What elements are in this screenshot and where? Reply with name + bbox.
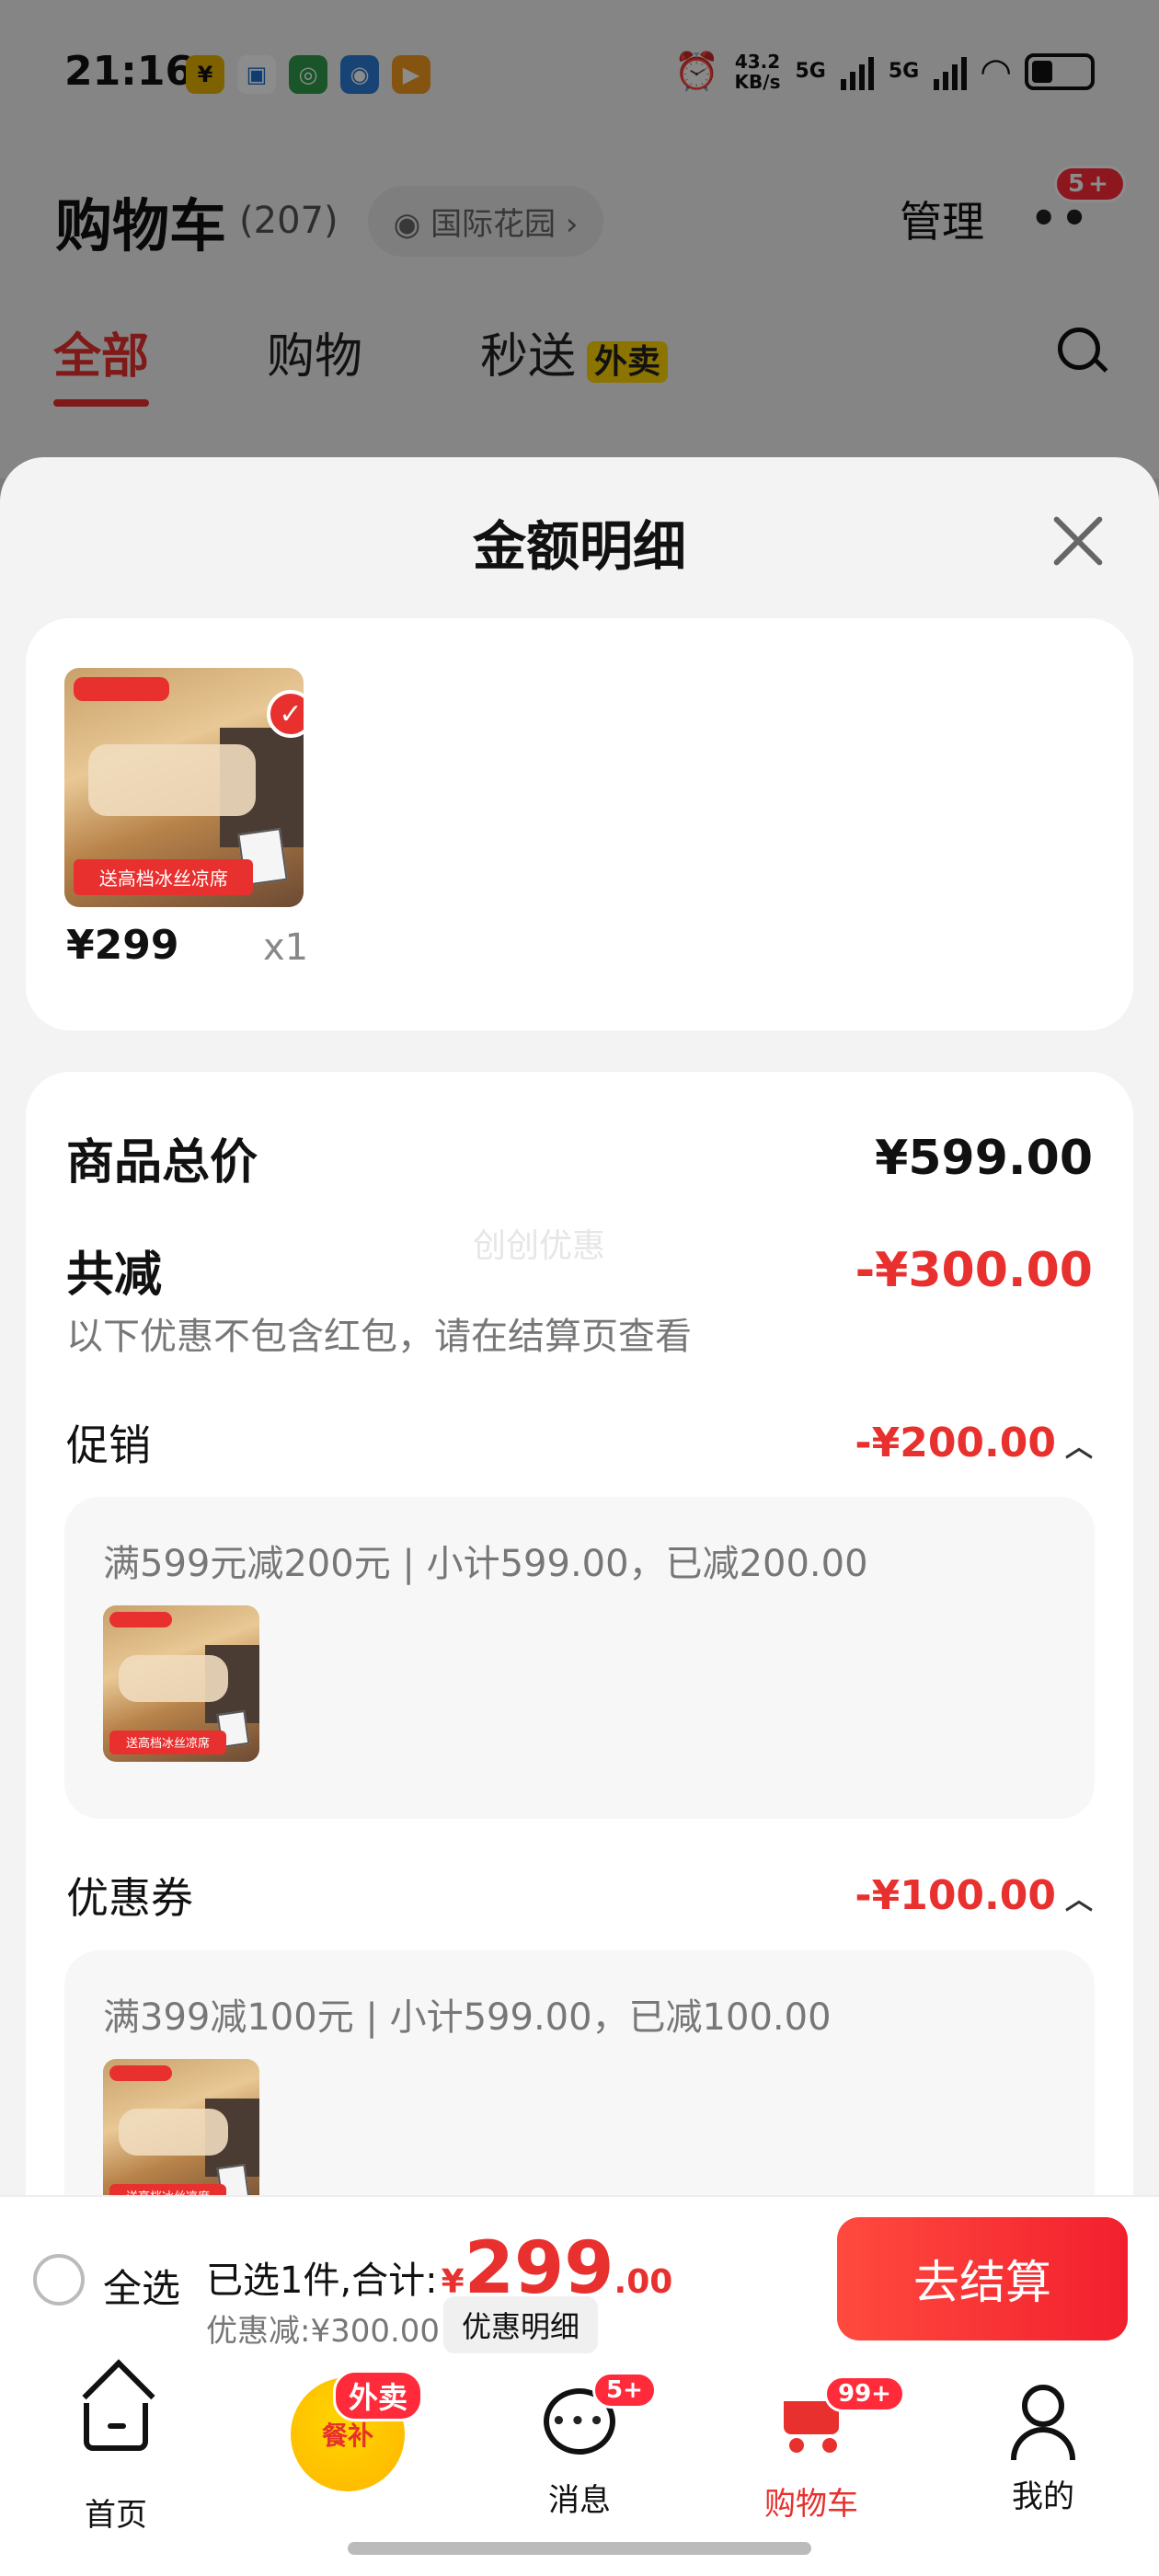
select-all-radio[interactable]: [33, 2254, 85, 2306]
gesture-home-bar[interactable]: [348, 2542, 811, 2555]
messages-badge: 5+: [592, 2372, 657, 2409]
sheet-title: 金额明细: [472, 515, 686, 578]
cart-badge: 99+: [824, 2375, 905, 2412]
reduce-value: -¥300.00: [855, 1242, 1093, 1298]
total-row: 商品总价 ¥599.00: [66, 1123, 1093, 1192]
reduce-note: 以下优惠不包含红包，请在结算页查看: [66, 1316, 692, 1358]
product-banner: 送高档冰丝凉席: [74, 859, 254, 895]
nav-meal-subsidy[interactable]: 餐补 外卖: [256, 2370, 440, 2499]
promo-detail-box: 满599元减200元 | 小计599.00，已减200.00 送高档冰丝凉席: [64, 1497, 1095, 1819]
nav-home[interactable]: 首页: [24, 2379, 208, 2535]
nav-me[interactable]: 我的: [951, 2379, 1135, 2516]
total-label: 商品总价: [66, 1135, 258, 1190]
product-quantity: x1: [263, 926, 309, 969]
total-decimal: .00: [614, 2263, 673, 2301]
nav-cart[interactable]: 99+ 购物车: [719, 2375, 905, 2524]
nav-messages[interactable]: ••• 5+ 消息: [488, 2372, 671, 2520]
modal-overlay[interactable]: [0, 0, 1159, 478]
select-all-label[interactable]: 全选: [103, 2258, 180, 2314]
chevron-up-icon[interactable]: ︿: [1065, 1884, 1093, 1916]
coupon-detail-box: 满399减100元 | 小计599.00，已减100.00 送高档冰丝凉席: [64, 1950, 1095, 2196]
meal-badge: 外卖: [333, 2370, 424, 2421]
promo-product-thumb: 送高档冰丝凉席: [103, 1605, 259, 1762]
reduce-label: 共减: [66, 1248, 163, 1303]
currency-symbol: ¥: [441, 2263, 465, 2301]
close-icon[interactable]: [1049, 512, 1107, 571]
promo-label: 促销: [66, 1420, 151, 1470]
coupon-value: -¥100.00: [855, 1871, 1056, 1919]
product-price: ¥299: [66, 922, 179, 969]
total-value: ¥599.00: [875, 1130, 1093, 1186]
chevron-up-icon[interactable]: ︿: [1065, 1432, 1093, 1464]
checkout-bar: 全选 已选1件,合计: ¥ 299 .00 优惠减:¥300.00 优惠明细 去…: [0, 2195, 1159, 2361]
user-icon: [1011, 2385, 1075, 2460]
coupon-product-thumb: 送高档冰丝凉席: [103, 2059, 259, 2196]
coupon-row[interactable]: 优惠券 -¥100.00 ︿: [66, 1865, 1093, 1926]
coupon-detail: 满399减100元 | 小计599.00，已减100.00: [103, 1996, 832, 2039]
reduce-row: 共减 -¥300.00: [66, 1236, 1093, 1305]
selected-summary: 已选1件,合计: ¥ 299 .00: [206, 2227, 673, 2310]
discount-text: 优惠减:¥300.00: [206, 2313, 441, 2350]
promo-row[interactable]: 促销 -¥200.00 ︿: [66, 1412, 1093, 1473]
product-banner: 送高档冰丝凉席: [109, 1731, 227, 1754]
product-card: 送高档冰丝凉席 ✓ ¥299 x1: [26, 618, 1133, 1030]
coupon-label: 优惠券: [66, 1873, 193, 1923]
home-icon: [84, 2403, 148, 2451]
checkout-button[interactable]: 去结算: [837, 2217, 1128, 2340]
discount-detail-button[interactable]: 优惠明细: [443, 2296, 599, 2353]
amount-detail-sheet: 金额明细 送高档冰丝凉席 ✓ ¥299 x1 商品总价 ¥599.00 创创优惠…: [0, 457, 1159, 2196]
promo-value: -¥200.00: [855, 1419, 1056, 1466]
product-image[interactable]: 送高档冰丝凉席 ✓: [64, 668, 304, 907]
price-breakdown-card: 商品总价 ¥599.00 创创优惠 共减 -¥300.00 以下优惠不包含红包，…: [26, 1072, 1133, 2196]
promo-detail: 满599元减200元 | 小计599.00，已减200.00: [103, 1543, 868, 1585]
total-integer: 299: [464, 2227, 614, 2310]
